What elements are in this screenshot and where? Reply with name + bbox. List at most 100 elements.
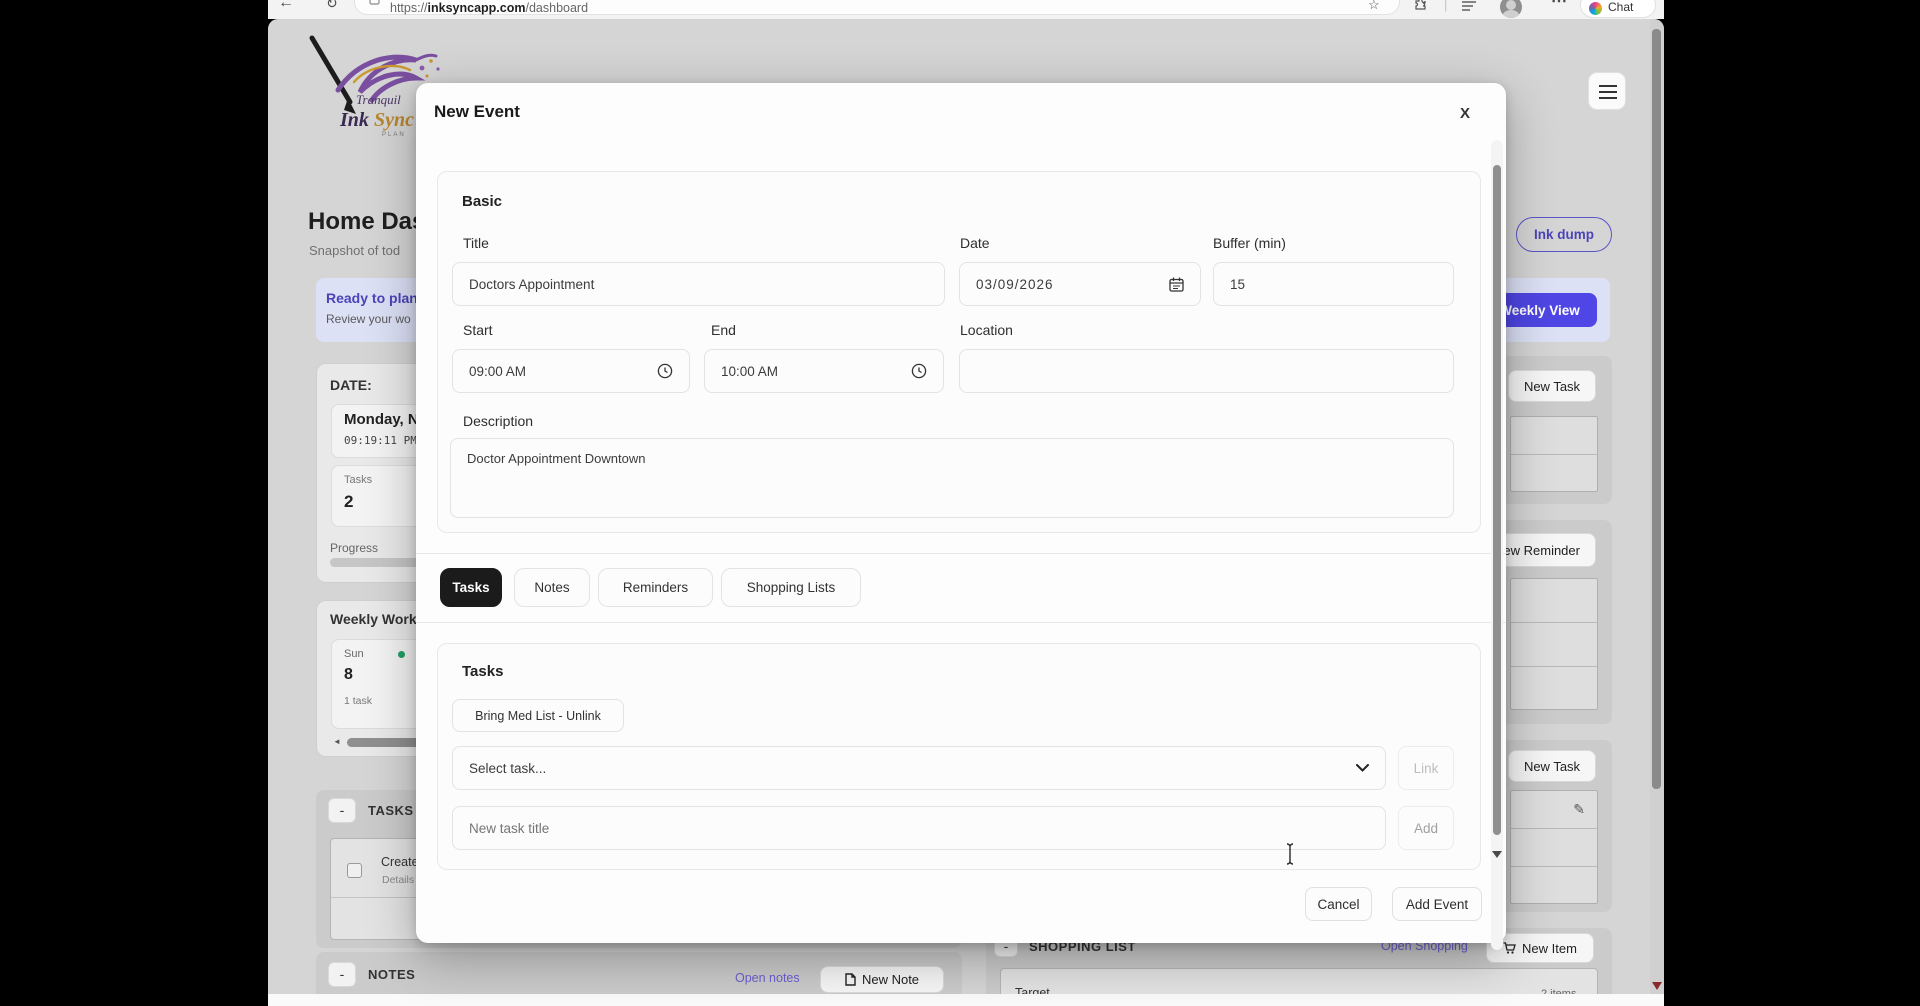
menu-icon	[1599, 85, 1617, 99]
tab-notes[interactable]: Notes	[514, 568, 590, 607]
copilot-icon	[1589, 2, 1602, 15]
location-input[interactable]	[959, 349, 1454, 393]
extensions-icon[interactable]	[1414, 0, 1427, 11]
weekly-sub: 1 task	[344, 695, 372, 707]
clock-icon[interactable]	[657, 363, 673, 379]
status-dot	[398, 651, 405, 658]
right-task-rows	[1510, 416, 1598, 492]
modal-scroll-down-icon[interactable]	[1492, 851, 1502, 858]
pencil-row[interactable]: ✎	[1511, 791, 1597, 829]
browser-scrollbar-thumb[interactable]	[1652, 29, 1661, 789]
date-time: 09:19:11 PM	[344, 434, 417, 447]
brand-ink: Ink	[339, 109, 369, 131]
tasks-section-title: Tasks	[462, 663, 503, 680]
tab-tasks[interactable]: Tasks	[440, 568, 502, 607]
date-tasks-value: 2	[344, 492, 353, 512]
right-task-2-rows: ✎	[1510, 790, 1598, 904]
chat-button[interactable]: Chat	[1580, 0, 1656, 18]
calendar-icon[interactable]	[1169, 277, 1184, 292]
page-icon	[369, 0, 380, 5]
location-label: Location	[960, 322, 1013, 338]
right-reminder-rows	[1510, 578, 1598, 710]
modal-scrollbar[interactable]	[1491, 140, 1503, 950]
banner-title: Ready to plan	[326, 290, 418, 306]
new-task-label: New Task	[1524, 379, 1580, 394]
buffer-input[interactable]	[1213, 262, 1454, 306]
date-card-header: DATE:	[330, 377, 372, 393]
linked-task-chip[interactable]: Bring Med List - Unlink	[452, 699, 624, 732]
task-item-title[interactable]: Create	[381, 855, 419, 869]
more-options-icon[interactable]: ⋯	[1551, 0, 1567, 10]
url-text[interactable]: https://inksyncapp.com/dashboard	[390, 1, 588, 15]
modal-title: New Event	[434, 102, 520, 122]
end-time-value: 10:00 AM	[721, 364, 911, 379]
empty-row	[1511, 667, 1597, 710]
description-textarea[interactable]: Doctor Appointment Downtown	[450, 438, 1454, 518]
profile-avatar[interactable]	[1500, 0, 1522, 18]
add-task-button[interactable]: Add	[1398, 806, 1454, 850]
page-subtitle: Snapshot of tod	[309, 243, 400, 258]
weekly-card-header: Weekly Work	[330, 611, 417, 627]
empty-row	[1511, 417, 1597, 455]
link-task-button[interactable]: Link	[1398, 746, 1454, 790]
new-item-label: New Item	[1522, 941, 1577, 956]
section-divider	[416, 622, 1506, 623]
brand-tagline: PLAN	[382, 132, 406, 138]
cancel-button[interactable]: Cancel	[1305, 887, 1372, 921]
section-divider	[416, 553, 1506, 554]
date-day: Monday, N	[344, 411, 419, 428]
url-path: /dashboard	[525, 1, 588, 15]
end-time-input[interactable]: 10:00 AM	[704, 349, 944, 393]
event-title-input[interactable]	[452, 262, 945, 306]
tasks-collapse-button[interactable]: -	[328, 798, 356, 823]
new-task-button-2[interactable]: New Task	[1508, 750, 1596, 782]
hamburger-menu-button[interactable]	[1588, 72, 1626, 110]
task-select-value: Select task...	[469, 761, 1356, 776]
date-input[interactable]: 03/09/2026	[959, 262, 1201, 306]
new-task-button[interactable]: New Task	[1508, 370, 1596, 402]
bookmark-star-icon[interactable]: ☆	[1368, 0, 1380, 13]
basic-section: Basic Title Date 03/09/2026 Buffer (min)…	[437, 171, 1481, 533]
weekly-count: 8	[344, 666, 353, 684]
new-note-button[interactable]: New Note	[820, 966, 944, 993]
new-event-modal: New Event X Basic Title Date 03/09/2026 …	[416, 83, 1506, 943]
add-event-button[interactable]: Add Event	[1392, 887, 1482, 921]
document-icon	[845, 973, 856, 986]
task-select[interactable]: Select task...	[452, 746, 1386, 790]
brand-script: Tranquil	[356, 92, 401, 107]
start-time-input[interactable]: 09:00 AM	[452, 349, 690, 393]
reading-list-icon[interactable]	[1462, 0, 1476, 12]
tab-shopping-lists[interactable]: Shopping Lists	[721, 568, 861, 607]
clock-icon[interactable]	[911, 363, 927, 379]
tab-reminders[interactable]: Reminders	[598, 568, 713, 607]
date-value: 03/09/2026	[976, 277, 1169, 292]
scroll-left-icon[interactable]: ◄	[333, 737, 341, 746]
browser-toolbar: ← ↻ https://inksyncapp.com/dashboard ☆ |	[268, 0, 1664, 19]
open-notes-link[interactable]: Open notes	[735, 971, 800, 985]
banner-subtitle: Review your wo	[326, 312, 411, 326]
ink-dump-button[interactable]: Ink dump	[1516, 217, 1612, 252]
brand-sync: Sync	[374, 109, 414, 131]
back-icon[interactable]: ←	[278, 0, 294, 11]
new-task-title-input[interactable]	[452, 806, 1386, 850]
browser-scrollbar[interactable]	[1650, 19, 1664, 1006]
close-icon[interactable]: X	[1454, 103, 1476, 125]
chat-label: Chat	[1608, 0, 1633, 14]
empty-row	[1511, 579, 1597, 623]
pencil-icon: ✎	[1511, 791, 1597, 818]
start-label: Start	[463, 322, 493, 338]
scrollbar-down-arrow-icon[interactable]	[1652, 982, 1662, 990]
reload-icon[interactable]: ↻	[326, 0, 338, 11]
new-note-label: New Note	[862, 972, 919, 987]
modal-scrollbar-thumb[interactable]	[1493, 165, 1501, 835]
notes-collapse-button[interactable]: -	[328, 962, 356, 987]
description-label: Description	[463, 413, 533, 429]
chevron-down-icon	[1356, 764, 1369, 772]
new-reminder-label: New Reminder	[1494, 543, 1580, 558]
notes-panel-header: NOTES	[368, 967, 415, 982]
task-checkbox[interactable]	[347, 863, 362, 878]
window-bottom-strip	[268, 994, 1664, 1006]
url-domain: inksyncapp.com	[428, 1, 526, 15]
end-label: End	[711, 322, 736, 338]
toolbar-separator: |	[1444, 0, 1447, 12]
